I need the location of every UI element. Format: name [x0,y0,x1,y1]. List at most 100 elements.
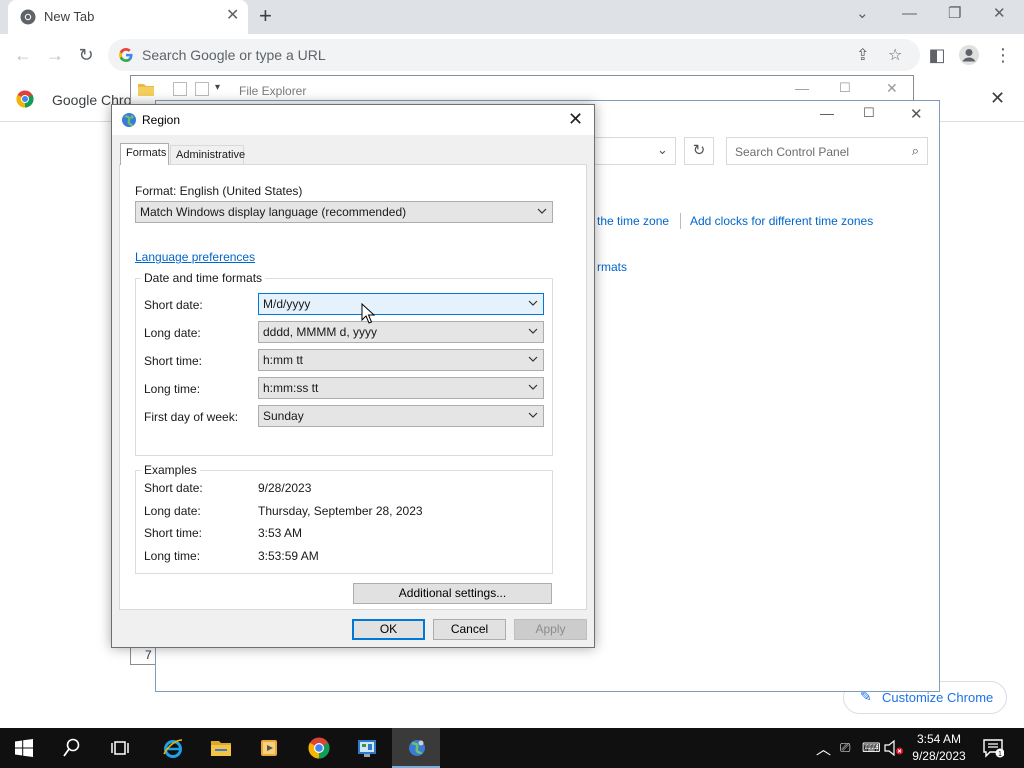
taskbar: ︿ ⎚ ⌨ 3:54 AM 9/28/2023 1 [0,728,1024,768]
cp-search-input[interactable]: Search Control Panel ⌕ [726,137,928,165]
short-date-select[interactable]: M/d/yyyy [258,293,544,315]
system-clock[interactable]: 3:54 AM 9/28/2023 [906,731,972,765]
profile-avatar-icon[interactable] [958,44,980,66]
notification-count: 1 [998,751,1002,758]
window-close-icon[interactable]: ✕ [993,5,1006,23]
add-clocks-link[interactable]: Add clocks for different time zones [690,214,873,228]
long-time-value: h:mm:ss tt [263,381,319,395]
chrome-favicon-icon [20,9,36,25]
long-time-select[interactable]: h:mm:ss tt [258,377,544,399]
notification-center-icon[interactable]: 1 [982,738,1004,758]
chrome-logo-icon [16,90,34,108]
example-long-time-label: Long time: [144,549,201,563]
task-view-button[interactable] [96,728,144,768]
chrome-icon [308,737,330,759]
cp-maximize-icon[interactable]: ☐ [863,105,875,121]
example-short-date-value: 9/28/2023 [258,481,312,495]
new-tab-button[interactable]: + [259,4,272,28]
search-icon: ⌕ [911,143,919,158]
cancel-button[interactable]: Cancel [433,619,506,640]
show-hidden-icons-chevron[interactable]: ︿ [816,738,831,759]
region-titlebar[interactable]: Region ✕ [112,105,594,135]
chevron-down-icon [528,328,538,334]
properties-qat-icon[interactable] [173,82,187,96]
back-icon[interactable]: ← [12,44,34,66]
customize-chrome-label: Customize Chrome [882,690,994,705]
network-icon[interactable]: ⌨ [862,740,881,756]
short-time-value: h:mm tt [263,353,304,367]
meet-now-icon[interactable]: ⎚ [840,740,850,756]
tab-search-dropdown-icon[interactable]: ⌄ [856,5,869,23]
start-button[interactable] [0,728,48,768]
short-date-label: Short date: [144,298,203,312]
taskbar-chrome[interactable] [294,728,342,768]
side-panel-icon[interactable]: ◧ [926,44,948,66]
chevron-down-icon [528,300,538,306]
short-date-value: M/d/yyyy [263,297,311,311]
qat-dropdown-icon[interactable]: ▾ [215,82,220,93]
region-title: Region [142,113,181,127]
fe-close-icon[interactable]: ✕ [886,80,898,97]
omnibox[interactable]: Search Google or type a URL ⇪ ☆ [108,39,920,71]
long-date-select[interactable]: dddd, MMMM d, yyyy [258,321,544,343]
tab-new-tab[interactable]: New Tab ✕ [8,0,248,34]
restore-icon[interactable]: ❐ [948,5,961,23]
chrome-menu-icon[interactable]: ⋮ [992,44,1014,66]
fe-minimize-icon[interactable]: — [795,80,809,96]
forward-icon[interactable]: → [44,44,66,66]
omnibox-placeholder: Search Google or type a URL [142,47,326,63]
taskbar-region[interactable] [392,728,440,768]
region-icon [409,740,425,756]
first-day-of-week-label: First day of week: [144,410,239,424]
minimize-icon[interactable]: — [902,5,917,23]
long-date-value: dddd, MMMM d, yyyy [263,325,378,339]
format-select[interactable]: Match Windows display language (recommen… [135,201,553,223]
cp-address-bar[interactable]: ⌄ [594,137,676,165]
volume-muted-icon[interactable] [884,740,904,756]
address-dropdown-icon[interactable]: ⌄ [657,142,668,158]
refresh-icon[interactable]: ↻ [684,137,714,165]
additional-settings-button[interactable]: Additional settings... [353,583,552,604]
tab-administrative-label: Administrative [176,149,246,161]
file-explorer-title: File Explorer [239,84,307,98]
task-view-icon [111,741,129,755]
language-preferences-link[interactable]: Language preferences [135,250,255,264]
chevron-down-icon [528,384,538,390]
apply-button[interactable]: Apply [514,619,587,640]
bookmark-star-icon[interactable]: ☆ [888,45,902,65]
change-formats-link[interactable]: rmats [597,260,627,274]
region-dialog[interactable]: Region ✕ Formats Administrative Format: … [111,104,595,648]
short-time-select[interactable]: h:mm tt [258,349,544,371]
taskbar-media-app[interactable] [244,728,292,768]
mouse-cursor-icon [361,303,375,324]
clock-time: 3:54 AM [916,732,962,746]
taskbar-file-explorer[interactable] [196,728,244,768]
taskbar-internet-explorer[interactable] [148,728,196,768]
change-time-zone-link[interactable]: the time zone [597,214,669,228]
ok-button[interactable]: OK [352,619,425,640]
share-icon[interactable]: ⇪ [856,45,869,65]
taskbar-search-button[interactable] [48,728,96,768]
tab-formats[interactable]: Formats [120,143,169,165]
region-close-icon[interactable]: ✕ [568,109,583,129]
file-explorer-icon [211,741,231,756]
format-select-value: Match Windows display language (recommen… [140,205,407,219]
fe-maximize-icon[interactable]: ☐ [839,80,851,96]
cp-minimize-icon[interactable]: — [820,105,834,121]
control-panel-icon [358,740,376,757]
folder-icon [138,84,154,96]
tab-close-icon[interactable]: ✕ [226,7,239,25]
first-day-of-week-select[interactable]: Sunday [258,405,544,427]
new-folder-qat-icon[interactable] [195,82,209,96]
reload-icon[interactable]: ↻ [75,44,97,66]
format-label: Format: English (United States) [135,184,303,198]
long-date-label: Long date: [144,326,201,340]
media-app-icon [261,740,277,756]
globe-icon [122,113,136,127]
datetime-group-title: Date and time formats [141,271,266,285]
infobar-close-icon[interactable]: ✕ [990,88,1005,109]
taskbar-control-panel[interactable] [342,728,390,768]
cp-close-icon[interactable]: ✕ [910,105,923,123]
chevron-down-icon [537,208,547,214]
tab-administrative[interactable]: Administrative [170,145,246,164]
